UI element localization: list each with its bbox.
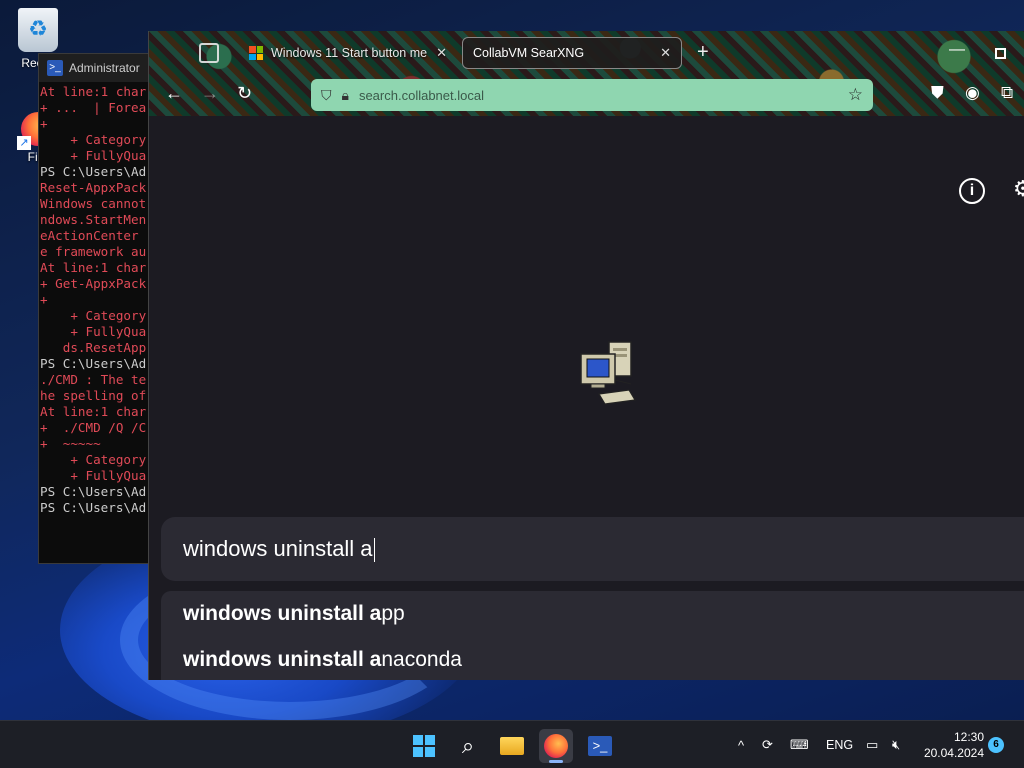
recycle-bin-icon [18, 8, 58, 52]
extensions-icon[interactable]: ⧉ [1001, 83, 1013, 103]
clock-date: 20.04.2024 [923, 746, 984, 760]
minimize-icon[interactable]: — [949, 41, 965, 59]
taskbar-powershell[interactable]: >_ [583, 729, 617, 763]
start-button[interactable] [407, 729, 441, 763]
language-indicator[interactable]: ENG [826, 721, 853, 768]
preferences-icon[interactable]: ⚙ [1013, 176, 1024, 202]
windows-start-icon [413, 735, 435, 757]
tab-title: Windows 11 Start button me [271, 46, 428, 60]
search-box[interactable]: windows uninstall a › [161, 517, 1024, 581]
windows-logo-icon [249, 46, 263, 60]
folder-icon [500, 737, 524, 755]
page-content: i ⚙ windows uninstall a › windows uninst… [149, 116, 1024, 680]
clock[interactable]: 12:30 20.04.2024 [918, 729, 984, 761]
tab-list-icon[interactable] [199, 43, 219, 63]
pocket-icon[interactable]: ⛊ [931, 83, 944, 103]
nav-bar: ← → ↻ ⛉ 🔒︎ search.collabnet.local ☆ ⛊ ◉ … [149, 77, 1024, 113]
powershell-icon: >_ [588, 736, 612, 756]
taskbar-firefox[interactable] [539, 729, 573, 763]
taskbar: ⌕ >_ ^ ⟳ ⌨ ENG ▭ 🔇︎ 12:30 20.04.2024 6 [0, 720, 1024, 768]
reload-icon[interactable]: ↻ [237, 83, 252, 104]
taskbar-search-button[interactable]: ⌕ [451, 729, 485, 763]
autocomplete-item[interactable]: windows uninstall a naconda [161, 637, 1024, 680]
url-text[interactable]: search.collabnet.local [359, 88, 838, 103]
firefox-icon [544, 734, 568, 758]
tab-bar: Windows 11 Start button me ✕ CollabVM Se… [149, 31, 1024, 75]
maximize-icon[interactable] [995, 48, 1006, 59]
shortcut-arrow-icon: ↗ [17, 136, 31, 150]
clock-time: 12:30 [953, 730, 984, 744]
forward-arrow-icon[interactable]: → [201, 83, 219, 104]
powershell-title: Administrator [69, 61, 140, 75]
computer-logo-icon [580, 341, 636, 405]
tab-windows-11-start[interactable]: Windows 11 Start button me ✕ [239, 37, 457, 69]
volume-muted-icon[interactable]: 🔇︎ [892, 721, 900, 768]
autocomplete-item[interactable]: windows uninstall a pp [161, 591, 1024, 637]
search-input[interactable]: windows uninstall a [183, 536, 376, 563]
tab-title: CollabVM SearXNG [473, 46, 585, 60]
active-app-indicator [549, 760, 563, 763]
new-tab-button[interactable]: + [697, 41, 709, 64]
lock-icon[interactable]: 🔒︎ [342, 87, 349, 104]
account-icon[interactable]: ◉ [965, 83, 980, 103]
taskbar-file-explorer[interactable] [495, 729, 529, 763]
search-icon: ⌕ [461, 733, 475, 758]
shield-icon[interactable]: ⛉ [321, 87, 332, 104]
close-icon[interactable]: ✕ [436, 45, 447, 61]
url-bar[interactable]: ⛉ 🔒︎ search.collabnet.local ☆ [311, 79, 873, 111]
tab-collabvm-searxng[interactable]: CollabVM SearXNG ✕ [462, 37, 682, 69]
info-icon[interactable]: i [959, 178, 985, 204]
bookmark-star-icon[interactable]: ☆ [848, 85, 863, 105]
network-icon[interactable]: ▭ [866, 721, 878, 768]
keyboard-icon[interactable]: ⌨ [790, 721, 809, 768]
notification-badge[interactable]: 6 [988, 737, 1004, 753]
text-caret [373, 538, 376, 563]
update-icon[interactable]: ⟳ [762, 721, 773, 768]
powershell-icon: >_ [47, 60, 63, 76]
close-icon[interactable]: ✕ [660, 45, 671, 61]
autocomplete-list: windows uninstall a pp windows uninstall … [161, 591, 1024, 680]
firefox-window[interactable]: Windows 11 Start button me ✕ CollabVM Se… [148, 31, 1024, 680]
chevron-up-icon[interactable]: ^ [738, 721, 744, 768]
back-arrow-icon[interactable]: ← [165, 83, 183, 104]
